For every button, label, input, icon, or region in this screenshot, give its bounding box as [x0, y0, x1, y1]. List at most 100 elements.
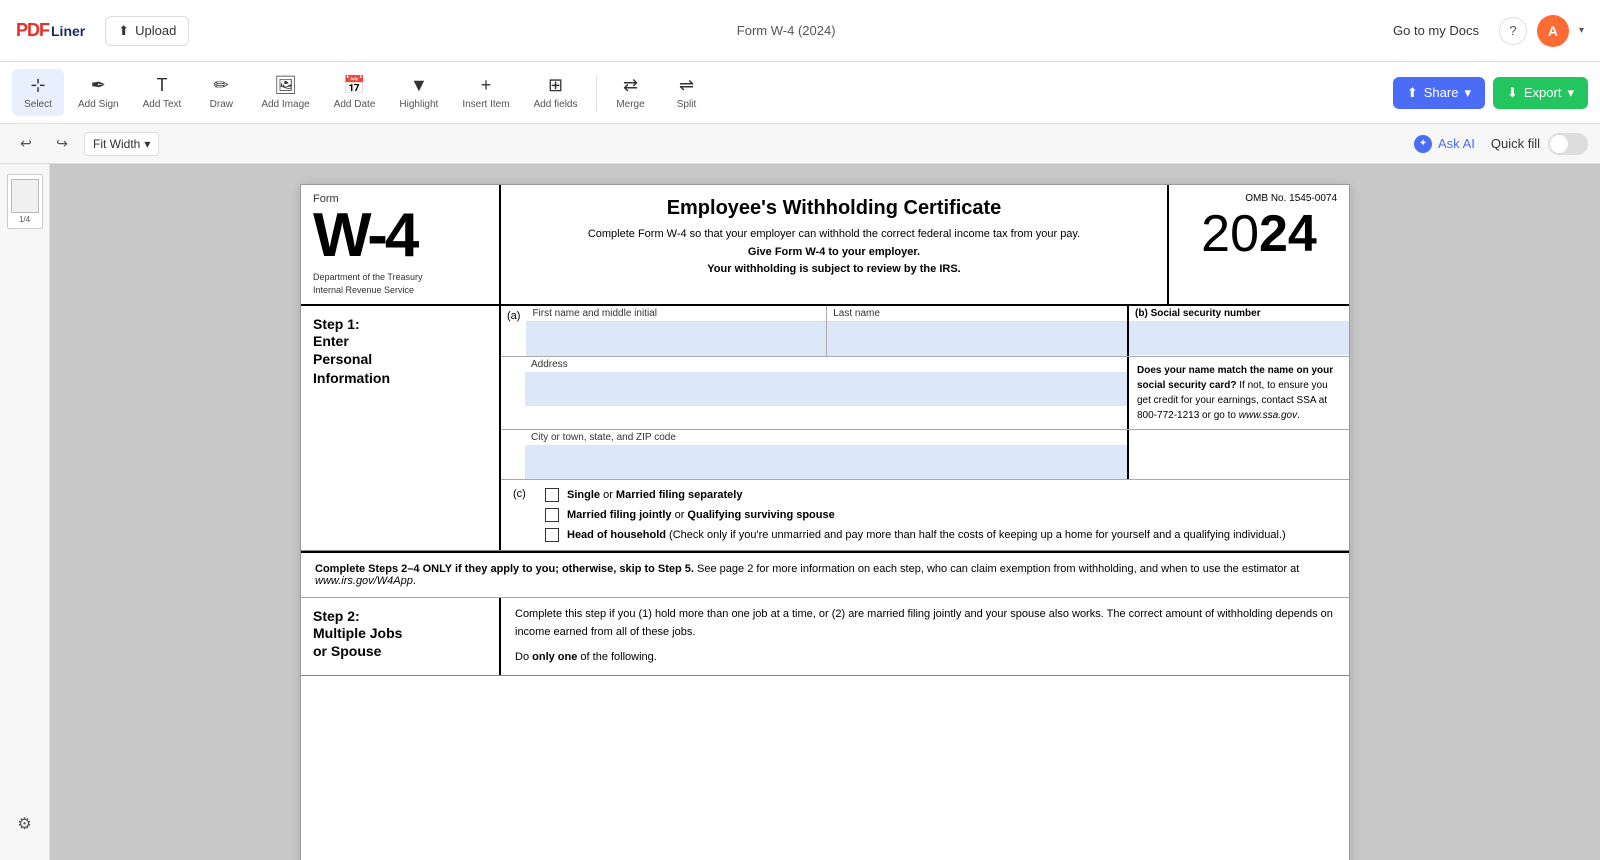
step2-section: Step 2: Multiple Jobsor Spouse Complete …	[301, 598, 1349, 676]
upload-button[interactable]: ⬆ Upload	[105, 16, 189, 46]
add-sign-label: Add Sign	[78, 99, 119, 110]
last-name-header: Last name	[827, 306, 1127, 322]
highlight-icon: ▼	[410, 75, 428, 96]
quick-fill-toggle[interactable]	[1548, 133, 1588, 155]
step1-num: Step 1:	[313, 316, 487, 332]
toggle-knob	[1550, 135, 1568, 153]
undo-button[interactable]: ↩	[12, 130, 40, 158]
checkbox-married[interactable]	[545, 508, 559, 522]
first-name-input[interactable]	[526, 322, 826, 356]
merge-icon: ⇄	[623, 75, 638, 96]
main-toolbar: ⊹ Select ✒ Add Sign T Add Text ✏ Draw 🖼 …	[0, 62, 1600, 124]
address-row: Address Does your name match the name on…	[501, 357, 1349, 430]
avatar-button[interactable]: A	[1537, 15, 1569, 47]
form-subtitle: Complete Form W-4 so that your employer …	[521, 226, 1147, 279]
add-image-label: Add Image	[261, 99, 309, 110]
ssn-note-spacer	[1129, 430, 1349, 479]
w4-form: Form W-4 Department of the Treasury Inte…	[300, 184, 1350, 860]
checkbox-hoh[interactable]	[545, 528, 559, 542]
upload-label: Upload	[135, 23, 176, 38]
export-dropdown-arrow[interactable]: ▾	[1567, 85, 1574, 101]
add-date-button[interactable]: 📅 Add Date	[324, 69, 386, 116]
document-area[interactable]: Form W-4 Department of the Treasury Inte…	[50, 164, 1600, 860]
year-display-bold: 24	[1259, 205, 1317, 263]
split-button[interactable]: ⇌ Split	[661, 69, 713, 116]
add-text-label: Add Text	[143, 99, 182, 110]
step1-name: EnterPersonalInformation	[313, 332, 487, 387]
thumb-page-label: 1/4	[19, 215, 30, 224]
step2-content: Complete this step if you (1) hold more …	[501, 598, 1349, 675]
draw-icon: ✏	[214, 75, 229, 96]
draw-button[interactable]: ✏ Draw	[195, 69, 247, 116]
steps-note-url: www.irs.gov/W4App	[315, 575, 413, 587]
form-header-right: OMB No. 1545-0074 2024	[1169, 185, 1349, 304]
step2-only-text: only one	[532, 651, 577, 663]
address-spacer	[501, 357, 525, 429]
logo-liner: Liner	[51, 23, 85, 39]
share-dropdown-arrow[interactable]: ▾	[1464, 85, 1471, 101]
select-icon: ⊹	[30, 75, 45, 96]
step2-label: Step 2: Multiple Jobsor Spouse	[301, 598, 501, 675]
toolbar-right-actions: ⬆ Share ▾ ⬇ Export ▾	[1393, 77, 1588, 109]
add-sign-button[interactable]: ✒ Add Sign	[68, 69, 129, 116]
insert-item-button[interactable]: + Insert Item	[452, 69, 519, 116]
select-tool-button[interactable]: ⊹ Select	[12, 69, 64, 116]
highlight-label: Highlight	[399, 99, 438, 110]
sub-toolbar-right: ✦ Ask AI Quick fill	[1406, 131, 1588, 157]
avatar-dropdown-arrow[interactable]: ▾	[1579, 25, 1584, 36]
export-icon: ⬇	[1507, 85, 1518, 101]
add-text-icon: T	[156, 75, 167, 96]
fit-width-label: Fit Width	[93, 137, 140, 151]
step2-name: Multiple Jobsor Spouse	[313, 624, 487, 660]
form-dept: Department of the Treasury Internal Reve…	[313, 271, 487, 296]
goto-docs-button[interactable]: Go to my Docs	[1383, 17, 1489, 44]
quick-fill-label: Quick fill	[1491, 136, 1540, 151]
add-fields-icon: ⊞	[548, 75, 563, 96]
redo-button[interactable]: ↪	[48, 130, 76, 158]
insert-item-label: Insert Item	[462, 99, 509, 110]
ask-ai-button[interactable]: ✦ Ask AI	[1406, 131, 1483, 157]
add-image-button[interactable]: 🖼 Add Image	[251, 69, 319, 116]
checkbox-single[interactable]	[545, 488, 559, 502]
step2-following-text: of the following.	[577, 651, 657, 663]
add-text-button[interactable]: T Add Text	[133, 69, 192, 116]
document-title-bar: Form W-4 (2024)	[201, 23, 1371, 38]
step2-num: Step 2:	[313, 608, 487, 624]
address-input[interactable]	[525, 372, 1127, 406]
ssn-header: (b) Social security number	[1129, 306, 1349, 321]
export-button[interactable]: ⬇ Export ▾	[1493, 77, 1588, 109]
field-c-marker: (c)	[513, 488, 537, 542]
left-sidebar: 1/4 ⚙	[0, 164, 50, 860]
highlight-button[interactable]: ▼ Highlight	[389, 69, 448, 116]
main-content: 1/4 ⚙ Form W-4 Department of the Treasur…	[0, 164, 1600, 860]
help-button[interactable]: ?	[1499, 17, 1527, 45]
add-fields-label: Add fields	[534, 99, 578, 110]
first-name-header: First name and middle initial	[526, 306, 826, 322]
ssn-input[interactable]	[1129, 321, 1349, 355]
last-name-input[interactable]	[827, 322, 1127, 356]
checkbox-married-row: Married filing jointly or Qualifying sur…	[545, 508, 1286, 522]
year-display: 2024	[1181, 208, 1337, 260]
add-image-icon: 🖼	[274, 75, 297, 96]
toolbar-divider	[596, 75, 597, 111]
city-zip-row: City or town, state, and ZIP code	[501, 430, 1349, 480]
fit-width-dropdown[interactable]: Fit Width ▾	[84, 132, 159, 156]
page-thumbnail[interactable]: 1/4	[7, 174, 43, 229]
top-bar-right-actions: Go to my Docs ? A ▾	[1383, 15, 1584, 47]
sidebar-settings-button[interactable]: ⚙	[9, 808, 41, 840]
name-row: (a) First name and middle initial Last n…	[501, 306, 1349, 357]
form-header-left: Form W-4 Department of the Treasury Inte…	[301, 185, 501, 304]
sub-toolbar: ↩ ↪ Fit Width ▾ ✦ Ask AI Quick fill	[0, 124, 1600, 164]
step2-paragraph1: Complete this step if you (1) hold more …	[515, 606, 1335, 641]
address-header: Address	[525, 357, 1127, 372]
city-input[interactable]	[525, 445, 1127, 479]
ask-ai-label: Ask AI	[1438, 136, 1475, 151]
ssn-column: (b) Social security number	[1129, 306, 1349, 356]
add-fields-button[interactable]: ⊞ Add fields	[524, 69, 588, 116]
form-number: W-4	[313, 205, 487, 267]
ssn-note-column: Does your name match the name on your so…	[1129, 357, 1349, 429]
step2-paragraph2: Do only one of the following.	[515, 649, 1335, 667]
share-button[interactable]: ⬆ Share ▾	[1393, 77, 1485, 109]
merge-button[interactable]: ⇄ Merge	[605, 69, 657, 116]
city-column: City or town, state, and ZIP code	[525, 430, 1129, 479]
